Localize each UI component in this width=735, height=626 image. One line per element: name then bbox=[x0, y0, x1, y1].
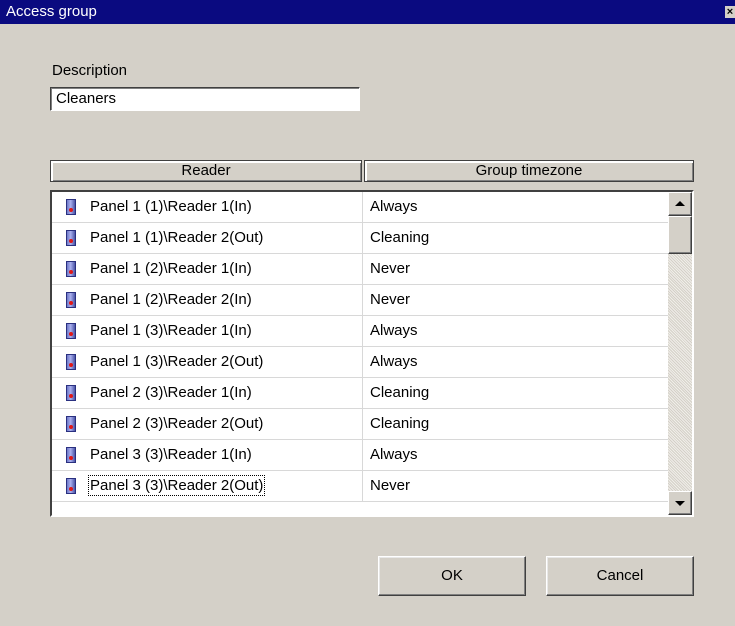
reader-cell[interactable]: Panel 3 (3)\Reader 2(Out) bbox=[52, 471, 363, 501]
timezone-cell[interactable]: Always bbox=[370, 446, 418, 463]
table-row[interactable]: Panel 3 (3)\Reader 2(Out) Never bbox=[52, 471, 668, 502]
timezone-cell[interactable]: Always bbox=[370, 322, 418, 339]
table-row[interactable]: Panel 1 (3)\Reader 2(Out) Always bbox=[52, 347, 668, 378]
reader-name: Panel 1 (3)\Reader 2(Out) bbox=[90, 353, 264, 370]
scroll-up-button[interactable] bbox=[668, 192, 692, 216]
reader-icon bbox=[66, 323, 76, 339]
scroll-down-button[interactable] bbox=[668, 491, 692, 515]
vertical-scrollbar[interactable] bbox=[668, 192, 692, 515]
reader-icon bbox=[66, 385, 76, 401]
reader-cell[interactable]: Panel 3 (3)\Reader 1(In) bbox=[52, 440, 363, 470]
reader-name: Panel 1 (3)\Reader 1(In) bbox=[90, 322, 252, 339]
reader-cell[interactable]: Panel 2 (3)\Reader 1(In) bbox=[52, 378, 363, 408]
window-title: Access group bbox=[6, 3, 97, 20]
reader-name: Panel 3 (3)\Reader 2(Out) bbox=[87, 475, 266, 496]
reader-cell[interactable]: Panel 1 (3)\Reader 1(In) bbox=[52, 316, 363, 346]
reader-cell[interactable]: Panel 1 (3)\Reader 2(Out) bbox=[52, 347, 363, 377]
reader-icon bbox=[66, 447, 76, 463]
cancel-button[interactable]: Cancel bbox=[546, 556, 694, 596]
scroll-thumb[interactable] bbox=[668, 216, 692, 254]
description-input[interactable]: Cleaners bbox=[50, 87, 360, 111]
timezone-cell[interactable]: Never bbox=[370, 260, 410, 277]
timezone-cell[interactable]: Always bbox=[370, 353, 418, 370]
reader-name: Panel 2 (3)\Reader 1(In) bbox=[90, 384, 252, 401]
reader-icon bbox=[66, 416, 76, 432]
reader-name: Panel 1 (2)\Reader 2(In) bbox=[90, 291, 252, 308]
column-header-reader[interactable]: Reader bbox=[50, 160, 362, 182]
column-header-timezone[interactable]: Group timezone bbox=[364, 160, 694, 182]
reader-icon bbox=[66, 261, 76, 277]
reader-cell[interactable]: Panel 1 (1)\Reader 2(Out) bbox=[52, 223, 363, 253]
reader-cell[interactable]: Panel 2 (3)\Reader 2(Out) bbox=[52, 409, 363, 439]
reader-name: Panel 1 (1)\Reader 2(Out) bbox=[90, 229, 264, 246]
reader-cell[interactable]: Panel 1 (2)\Reader 2(In) bbox=[52, 285, 363, 315]
timezone-cell[interactable]: Never bbox=[370, 291, 410, 308]
table-row[interactable]: Panel 1 (3)\Reader 1(In) Always bbox=[52, 316, 668, 347]
table-row[interactable]: Panel 2 (3)\Reader 2(Out) Cleaning bbox=[52, 409, 668, 440]
reader-name: Panel 1 (1)\Reader 1(In) bbox=[90, 198, 252, 215]
reader-name: Panel 1 (2)\Reader 1(In) bbox=[90, 260, 252, 277]
close-icon[interactable]: × bbox=[725, 6, 735, 18]
timezone-cell[interactable]: Cleaning bbox=[370, 384, 429, 401]
reader-icon bbox=[66, 354, 76, 370]
table-row[interactable]: Panel 3 (3)\Reader 1(In) Always bbox=[52, 440, 668, 471]
reader-cell[interactable]: Panel 1 (2)\Reader 1(In) bbox=[52, 254, 363, 284]
reader-icon bbox=[66, 199, 76, 215]
table-row[interactable]: Panel 2 (3)\Reader 1(In) Cleaning bbox=[52, 378, 668, 409]
title-bar: Access group × bbox=[0, 0, 735, 24]
reader-table: Panel 1 (1)\Reader 1(In) Always Panel 1 (1… bbox=[50, 190, 694, 517]
reader-name: Panel 2 (3)\Reader 2(Out) bbox=[90, 415, 264, 432]
arrow-down-icon bbox=[675, 501, 685, 506]
reader-name: Panel 3 (3)\Reader 1(In) bbox=[90, 446, 252, 463]
table-row[interactable]: Panel 1 (2)\Reader 1(In) Never bbox=[52, 254, 668, 285]
reader-icon bbox=[66, 478, 76, 494]
table-row[interactable]: Panel 1 (1)\Reader 2(Out) Cleaning bbox=[52, 223, 668, 254]
ok-button[interactable]: OK bbox=[378, 556, 526, 596]
reader-cell[interactable]: Panel 1 (1)\Reader 1(In) bbox=[52, 192, 363, 222]
table-row[interactable]: Panel 1 (1)\Reader 1(In) Always bbox=[52, 192, 668, 223]
timezone-cell[interactable]: Never bbox=[370, 477, 410, 494]
timezone-cell[interactable]: Cleaning bbox=[370, 229, 429, 246]
timezone-cell[interactable]: Always bbox=[370, 198, 418, 215]
arrow-up-icon bbox=[675, 201, 685, 206]
description-label: Description bbox=[52, 62, 128, 79]
reader-icon bbox=[66, 230, 76, 246]
reader-icon bbox=[66, 292, 76, 308]
timezone-cell[interactable]: Cleaning bbox=[370, 415, 429, 432]
table-row[interactable]: Panel 1 (2)\Reader 2(In) Never bbox=[52, 285, 668, 316]
